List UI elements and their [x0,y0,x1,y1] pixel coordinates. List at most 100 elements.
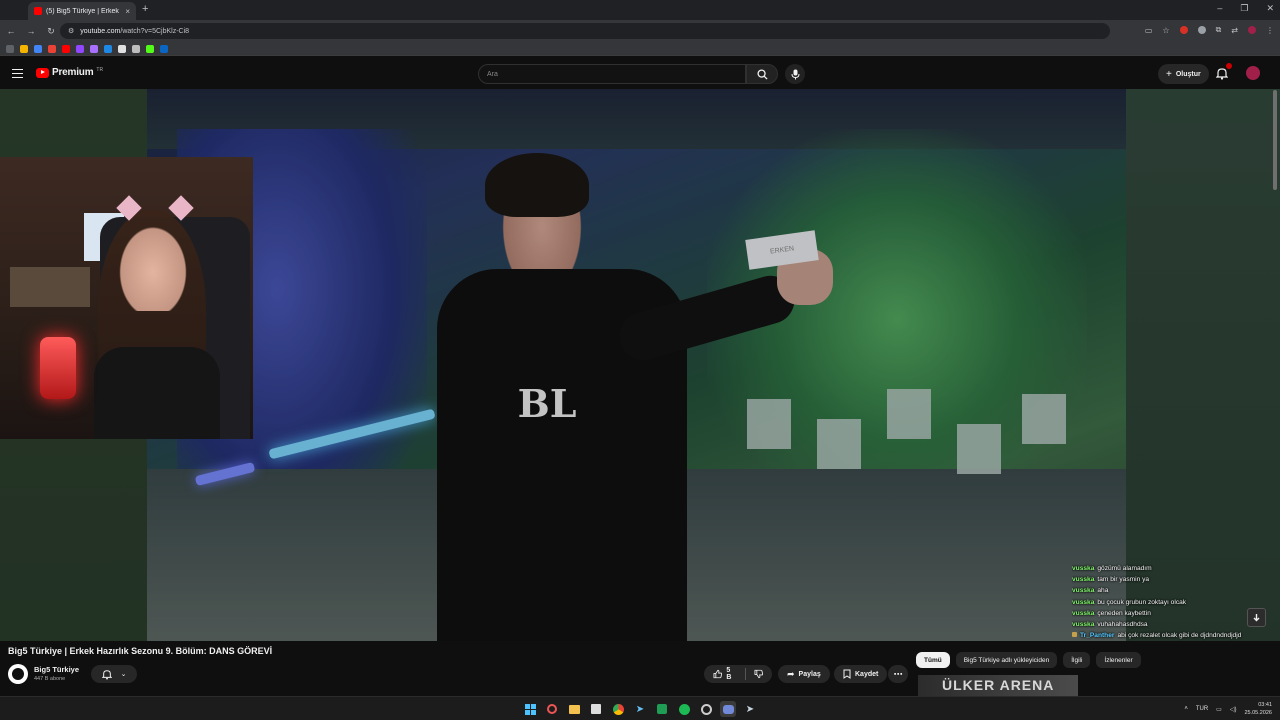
chat-username[interactable]: vusska [1072,587,1094,594]
related-filter-chips: Tümü Big5 Türkiye adlı yükleyiciden İlgi… [916,652,1141,668]
channel-avatar[interactable] [8,664,28,684]
extension-icon[interactable] [1197,26,1206,34]
subscribed-button[interactable]: ⌄ [91,665,137,683]
bookmark-icon[interactable] [146,44,154,53]
site-info-icon[interactable]: ⚙ [68,27,74,35]
profile-switch-icon[interactable]: ⇄ [1231,26,1238,35]
video-player[interactable]: BL ERKEN [147,89,1126,641]
maximize-icon[interactable]: ❐ [1240,3,1248,14]
obs-icon[interactable] [698,701,714,717]
menu-icon[interactable] [12,69,23,78]
account-avatar[interactable] [1246,66,1260,80]
file-explorer-icon[interactable] [566,701,582,717]
browser-tab-youtube[interactable]: (5) Big5 Türkiye | Erkek Hazırlık × [28,2,136,20]
windows-taskbar: ➤ ➤ ˄ TUR ▭ ◁) 03:41 25.05.2026 [0,696,1280,720]
share-button[interactable]: ➦ Paylaş [778,665,830,683]
discord-icon[interactable] [720,701,736,717]
reload-icon[interactable]: ↻ [42,26,60,37]
browser-toolbar: ← → ↻ ⚙ youtube.com/watch?v=5CjbKlz-Ci8 … [0,20,1280,42]
extensions-puzzle-icon[interactable]: ⧉ [1216,25,1222,35]
notification-badge [1226,63,1232,69]
like-button[interactable]: 5 B [704,665,772,683]
arrow-down-icon [1253,614,1260,622]
shirt-print: BL [517,381,577,426]
network-icon[interactable]: ▭ [1216,706,1222,713]
chat-text: aha [1097,587,1109,595]
chat-message: vusska bu çocuk grubun zoktayı olcak [1072,597,1280,608]
subscriber-count: 447 B abone [34,676,66,682]
like-count: 5 B [726,667,732,681]
search-icon [756,68,768,80]
minimize-icon[interactable]: – [1217,3,1222,14]
bookmark-icon[interactable] [90,44,98,53]
search-button[interactable] [746,64,778,84]
bookmark-icon[interactable] [48,44,56,53]
video-info: Big5 Türkiye | Erkek Hazırlık Sezonu 9. … [0,641,1280,696]
chat-username[interactable]: vusska [1072,565,1094,572]
excel-icon[interactable] [654,701,670,717]
extension-icon[interactable] [1179,26,1188,34]
chip-from-uploader[interactable]: Big5 Türkiye adlı yükleyiciden [955,652,1058,668]
channel-name[interactable]: Big5 Türkiye [34,665,79,674]
chat-username[interactable]: vusska [1072,576,1094,583]
bookmark-icon[interactable] [76,44,84,53]
create-button[interactable]: + Oluştur [1158,64,1209,84]
store-icon[interactable] [588,701,604,717]
youtube-premium-logo[interactable]: Premium TR [36,67,103,78]
app-icon[interactable] [544,701,560,717]
address-bar[interactable]: ⚙ youtube.com/watch?v=5CjbKlz-Ci8 [60,23,1110,39]
more-actions-button[interactable]: ⋯ [888,665,908,683]
ambient-right [1126,89,1280,641]
chrome-icon[interactable] [610,701,626,717]
bookmark-icon[interactable] [34,44,42,53]
steam-icon[interactable]: ➤ [632,701,648,717]
forward-arrow-icon[interactable]: → [22,26,40,36]
bookmark-star-icon[interactable]: ☆ [1162,26,1169,35]
like-divider [744,668,746,680]
video-stage: BL ERKEN [0,89,1280,641]
windows-start-icon[interactable] [522,701,538,717]
clock-date: 25.05.2026 [1244,710,1272,716]
bookmark-icon[interactable] [62,44,70,53]
chip-related[interactable]: İlgili [1063,652,1091,668]
chip-watched[interactable]: İzlenenler [1096,652,1141,668]
spotify-icon[interactable] [676,701,692,717]
voice-search-button[interactable] [785,64,805,84]
thumbs-down-icon[interactable] [754,669,763,679]
new-tab-button[interactable]: + [142,3,148,15]
browser-menu-icon[interactable]: ⋮ [1266,26,1274,35]
volume-icon[interactable]: ◁) [1230,706,1237,713]
taskbar-apps: ➤ ➤ [522,701,758,717]
apps-grid-icon[interactable] [6,44,14,53]
bookmark-icon[interactable] [104,44,112,53]
tab-close-icon[interactable]: × [125,7,130,16]
notifications-bell-icon[interactable] [1216,67,1228,80]
save-button[interactable]: Kaydet [834,665,888,683]
chat-message: Tr_Panther abi çok rezalet olcak gibi de … [1072,630,1280,641]
bookmark-icon[interactable] [160,44,168,53]
page-scrollbar[interactable] [1272,90,1278,190]
tray-chevron-icon[interactable]: ˄ [1184,706,1188,712]
share-arrow-icon: ➦ [787,668,795,679]
chat-username[interactable]: vusska [1072,599,1094,606]
bookmark-icon[interactable] [118,44,126,53]
chat-text: bu çocuk grubun zoktayı olcak [1097,598,1187,606]
cast-icon[interactable]: ▭ [1145,26,1153,35]
chat-username[interactable]: vusska [1072,610,1094,617]
bookmark-icon[interactable] [132,44,140,53]
bookmark-icon[interactable] [20,44,28,53]
chat-username[interactable]: Tr_Panther [1080,632,1114,639]
back-arrow-icon[interactable]: ← [2,26,20,36]
chat-username[interactable]: vusska [1072,621,1094,628]
related-video-thumbnail[interactable]: ÜLKER ARENA [918,675,1078,696]
steam-icon[interactable]: ➤ [742,701,758,717]
plus-icon: + [1166,68,1172,80]
language-indicator[interactable]: TUR [1196,706,1208,712]
search-input[interactable]: Ara [478,64,746,84]
chat-scroll-button[interactable] [1247,608,1266,627]
profile-avatar[interactable] [1248,26,1256,34]
close-window-icon[interactable]: ✕ [1266,3,1274,14]
chip-all[interactable]: Tümü [916,652,950,668]
clock[interactable]: 03:41 25.05.2026 [1244,701,1272,717]
person-hair [485,153,589,217]
